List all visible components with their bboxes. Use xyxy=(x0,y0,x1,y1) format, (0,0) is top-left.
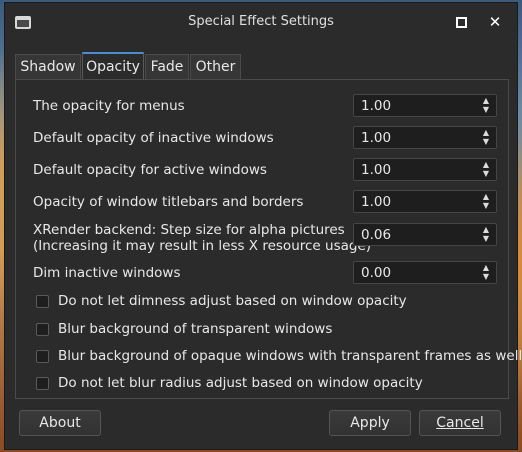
setting-label-alpha-step: XRender backend: Step size for alpha pic… xyxy=(33,222,371,254)
blur-radius-checkbox[interactable] xyxy=(36,377,49,390)
maximize-button[interactable] xyxy=(451,12,471,32)
blur-opaque-checkbox[interactable] xyxy=(36,350,49,363)
spin-down-icon[interactable]: ▼ xyxy=(479,234,493,244)
checkbox-label[interactable]: Do not let blur radius adjust based on w… xyxy=(58,375,423,391)
titlebar[interactable]: Special Effect Settings ✕ xyxy=(5,3,517,41)
spinbox-value[interactable]: 1.00 xyxy=(361,130,391,146)
dim-inactive-spinbox[interactable]: 0.00 ▲ ▼ xyxy=(353,261,497,284)
spinbox-value[interactable]: 1.00 xyxy=(361,98,391,114)
dimness-checkbox[interactable] xyxy=(36,295,49,308)
alpha-step-title: XRender backend: Step size for alpha pic… xyxy=(33,222,345,238)
spin-down-icon[interactable]: ▼ xyxy=(479,201,493,211)
tab-other[interactable]: Other xyxy=(190,54,241,79)
spin-down-icon[interactable]: ▼ xyxy=(479,105,493,115)
setting-label-menu-opacity: The opacity for menus xyxy=(33,98,185,114)
spinbox-value[interactable]: 0.06 xyxy=(361,227,391,243)
inactive-opacity-spinbox[interactable]: 1.00 ▲ ▼ xyxy=(353,126,497,149)
close-button[interactable]: ✕ xyxy=(485,12,505,32)
spin-down-icon[interactable]: ▼ xyxy=(479,137,493,147)
spinbox-value[interactable]: 1.00 xyxy=(361,194,391,210)
setting-label-titlebar-opacity: Opacity of window titlebars and borders xyxy=(33,194,304,210)
tab-fade[interactable]: Fade xyxy=(145,54,189,79)
setting-label-active-opacity: Default opacity for active windows xyxy=(33,162,267,178)
spin-down-icon[interactable]: ▼ xyxy=(479,169,493,179)
tab-opacity[interactable]: Opacity xyxy=(82,52,144,79)
titlebar-opacity-spinbox[interactable]: 1.00 ▲ ▼ xyxy=(353,190,497,213)
setting-label-dim-inactive: Dim inactive windows xyxy=(33,265,181,281)
menu-opacity-spinbox[interactable]: 1.00 ▲ ▼ xyxy=(353,94,497,117)
settings-window: Special Effect Settings ✕ Shadow Opacity… xyxy=(4,2,522,450)
spin-down-icon[interactable]: ▼ xyxy=(479,272,493,282)
active-opacity-spinbox[interactable]: 1.00 ▲ ▼ xyxy=(353,158,497,181)
about-button[interactable]: About xyxy=(19,410,101,436)
checkbox-label[interactable]: Blur background of opaque windows with t… xyxy=(58,348,522,364)
maximize-icon xyxy=(455,17,467,28)
cancel-button[interactable]: Cancel xyxy=(419,410,501,436)
checkbox-label[interactable]: Blur background of transparent windows xyxy=(58,321,332,337)
opacity-panel: The opacity for menus 1.00 ▲ ▼ Default o… xyxy=(15,79,522,399)
window-title: Special Effect Settings xyxy=(188,14,334,29)
alpha-step-note: (Increasing it may result in less X reso… xyxy=(33,238,372,254)
blur-transparent-checkbox[interactable] xyxy=(36,323,49,336)
close-icon: ✕ xyxy=(488,13,502,31)
spinbox-value[interactable]: 0.00 xyxy=(361,265,391,281)
spinbox-value[interactable]: 1.00 xyxy=(361,162,391,178)
setting-label-inactive-opacity: Default opacity of inactive windows xyxy=(33,130,274,146)
apply-button[interactable]: Apply xyxy=(329,410,411,436)
alpha-step-spinbox[interactable]: 0.06 ▲ ▼ xyxy=(353,223,497,246)
checkbox-label[interactable]: Do not let dimness adjust based on windo… xyxy=(58,293,407,309)
tab-shadow[interactable]: Shadow xyxy=(15,54,81,79)
